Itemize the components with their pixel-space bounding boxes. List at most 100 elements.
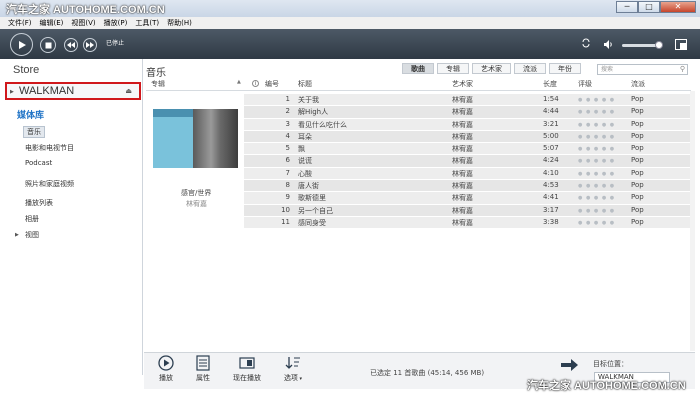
rating-stars[interactable]: ● ● ● ● ● (578, 171, 615, 177)
tab-albums[interactable]: 专辑 (437, 63, 469, 74)
album-name[interactable]: 感官/世界 (181, 188, 211, 198)
song-artist: 林宥嘉 (452, 157, 473, 166)
eject-icon[interactable]: ⏏ (125, 87, 132, 95)
stop-icon (45, 42, 51, 48)
tab-genres[interactable]: 流派 (514, 63, 546, 74)
volume-slider-knob[interactable] (655, 41, 663, 49)
song-genre: Pop (631, 131, 644, 140)
sidebar-item-movies-tv[interactable]: 电影和电视节目 (25, 143, 74, 153)
transfer-arrow-icon[interactable] (561, 358, 578, 372)
stop-button[interactable] (40, 37, 56, 53)
menu-file[interactable]: 文件(F) (8, 17, 32, 29)
maximize-button[interactable]: □ (638, 1, 660, 13)
column-header-number[interactable]: 编号 (265, 79, 279, 89)
sidebar-device-walkman[interactable]: ▶ WALKMAN ⏏ (5, 82, 141, 100)
table-row[interactable]: 10 另一个自己 林宥嘉 3:17 Pop ● ● ● ● ● (244, 204, 690, 217)
minimize-button[interactable]: ─ (616, 1, 638, 13)
tab-years[interactable]: 年份 (549, 63, 581, 74)
menu-help[interactable]: 帮助(H) (167, 17, 192, 29)
table-row[interactable]: 11 感同身受 林宥嘉 3:38 Pop ● ● ● ● ● (244, 216, 690, 230)
song-title: 歌斯德里 (298, 194, 326, 203)
scrollbar[interactable] (690, 91, 695, 351)
song-genre: Pop (631, 107, 644, 116)
album-artist[interactable]: 林宥嘉 (186, 199, 207, 209)
song-title: 关于我 (298, 96, 319, 104)
table-row[interactable]: 4 耳朵 林宥嘉 5:00 Pop ● ● ● ● ● (244, 130, 690, 144)
table-row[interactable]: 1 关于我 林宥嘉 1:54 Pop ● ● ● ● ● (244, 94, 690, 107)
sidebar-item-podcast[interactable]: Podcast (25, 159, 52, 167)
next-button[interactable] (83, 38, 97, 52)
search-placeholder: 搜索 (601, 66, 614, 73)
player-bar (0, 29, 700, 59)
now-playing-button[interactable]: 现在播放 (231, 355, 263, 383)
sidebar-item-albums[interactable]: 相册 (25, 214, 39, 224)
column-header-album[interactable]: 专辑 (151, 79, 165, 89)
dropdown-arrow-icon: ▾ (297, 376, 303, 382)
song-list: 1 关于我 林宥嘉 1:54 Pop ● ● ● ● ● 2 解High人 林宥嘉 4:44 Pop… (244, 94, 690, 230)
rating-stars[interactable]: ● ● ● ● ● (578, 134, 615, 140)
sidebar-item-playlists[interactable]: 播放列表 (25, 198, 53, 208)
album-cover[interactable] (153, 109, 238, 168)
volume-icon[interactable] (603, 40, 613, 49)
rating-stars[interactable]: ● ● ● ● ● (578, 146, 615, 152)
sidebar-item-views[interactable]: 视图 (25, 230, 39, 240)
rating-stars[interactable]: ● ● ● ● ● (578, 183, 615, 189)
rating-stars[interactable]: ● ● ● ● ● (578, 122, 615, 128)
rating-stars[interactable]: ● ● ● ● ● (578, 109, 615, 115)
play-button[interactable] (10, 33, 33, 56)
close-button[interactable]: ✕ (660, 1, 696, 13)
song-number: 7 (285, 168, 290, 177)
song-number: 9 (285, 193, 290, 202)
compact-mode-icon[interactable] (675, 39, 687, 50)
menu-edit[interactable]: 编辑(E) (40, 17, 64, 29)
properties-label: 属性 (196, 374, 210, 382)
previous-button[interactable] (64, 38, 78, 52)
rating-stars[interactable]: ● ● ● ● ● (578, 220, 615, 226)
sidebar-store[interactable]: Store (13, 64, 39, 76)
rating-stars[interactable]: ● ● ● ● ● (578, 195, 615, 201)
table-row[interactable]: 9 歌斯德里 林宥嘉 4:41 Pop ● ● ● ● ● (244, 192, 690, 205)
song-number: 3 (285, 119, 290, 128)
bottom-play-button[interactable]: 播放 (153, 355, 179, 383)
song-title: 说谎 (298, 157, 312, 166)
table-row[interactable]: 8 唐人街 林宥嘉 4:53 Pop ● ● ● ● ● (244, 180, 690, 193)
column-header-length[interactable]: 长度 (543, 79, 557, 89)
menu-bar: 文件(F) 编辑(E) 视图(V) 播放(P) 工具(T) 帮助(H) (0, 17, 700, 29)
options-button[interactable]: 选项 ▾ (278, 355, 308, 383)
sidebar-item-photos-videos[interactable]: 照片和家庭视频 (25, 179, 74, 189)
search-input[interactable]: 搜索 ⚲ (597, 64, 688, 75)
song-number: 1 (285, 95, 290, 103)
column-header-genre[interactable]: 流派 (631, 79, 645, 89)
song-genre: Pop (631, 168, 644, 177)
table-row[interactable]: 7 心酸 林宥嘉 4:10 Pop ● ● ● ● ● (244, 167, 690, 181)
table-row[interactable]: 3 看见什么吃什么 林宥嘉 3:21 Pop ● ● ● ● ● (244, 118, 690, 131)
song-genre: Pop (631, 156, 644, 165)
column-header-artist[interactable]: 艺术家 (452, 79, 473, 89)
song-length: 3:38 (543, 217, 559, 226)
tab-artists[interactable]: 艺术家 (472, 63, 511, 74)
column-header-title[interactable]: 标题 (298, 79, 312, 89)
rating-stars[interactable]: ● ● ● ● ● (578, 97, 615, 103)
watermark-bottom: 汽车之家 AUTOHOME.COM.CN (527, 380, 686, 392)
menu-tools[interactable]: 工具(T) (135, 17, 159, 29)
table-row[interactable]: 2 解High人 林宥嘉 4:44 Pop ● ● ● ● ● (244, 106, 690, 119)
menu-play[interactable]: 播放(P) (104, 17, 128, 29)
repeat-icon[interactable] (581, 38, 591, 48)
column-header-info-icon[interactable]: i (252, 80, 259, 87)
song-number: 2 (285, 107, 290, 116)
rating-stars[interactable]: ● ● ● ● ● (578, 158, 615, 164)
song-number: 6 (285, 156, 290, 165)
song-number: 4 (285, 131, 290, 140)
selection-summary: 已选定 11 首歌曲 (45:14, 456 MB) (370, 369, 485, 377)
table-row[interactable]: 6 说谎 林宥嘉 4:24 Pop ● ● ● ● ● (244, 155, 690, 168)
properties-button[interactable]: 属性 (190, 355, 216, 383)
window-controls: ─ □ ✕ (616, 1, 696, 13)
rating-stars[interactable]: ● ● ● ● ● (578, 208, 615, 214)
song-artist: 林宥嘉 (452, 132, 473, 141)
menu-view[interactable]: 视图(V) (71, 17, 95, 29)
column-header-rating[interactable]: 评级 (578, 79, 592, 89)
table-row[interactable]: 5 飘 林宥嘉 5:07 Pop ● ● ● ● ● (244, 143, 690, 156)
tab-songs[interactable]: 歌曲 (402, 63, 434, 74)
song-length: 4:10 (543, 168, 559, 177)
sidebar-item-music[interactable]: 音乐 (23, 126, 45, 138)
